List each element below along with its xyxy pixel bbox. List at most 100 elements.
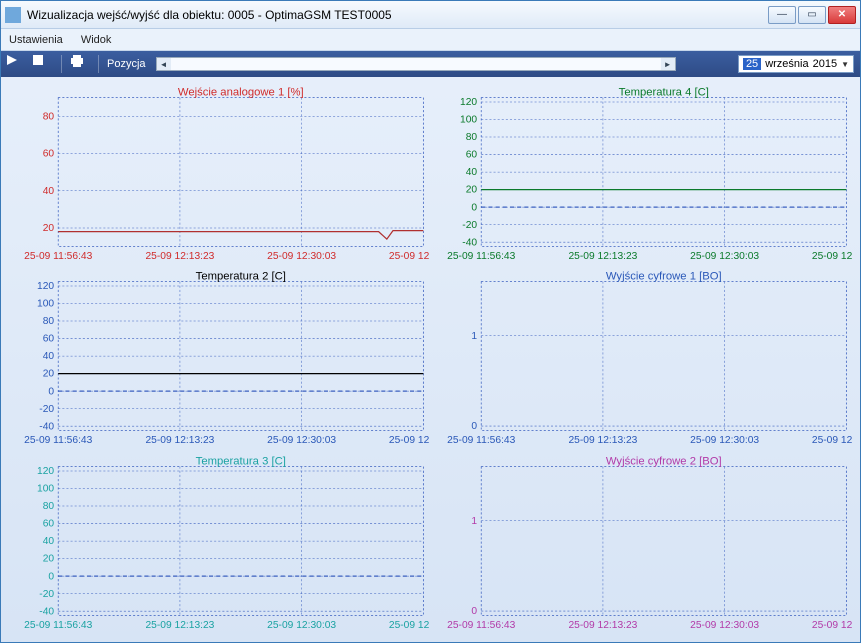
svg-text:100: 100 (460, 115, 477, 126)
svg-text:25-09 11:56:43: 25-09 11:56:43 (447, 435, 515, 446)
svg-text:25-09 12:46:43: 25-09 12:46:43 (389, 251, 430, 262)
minimize-button[interactable]: — (768, 6, 796, 24)
svg-text:60: 60 (43, 518, 55, 529)
date-year: 2015 (813, 58, 837, 70)
play-icon (7, 55, 27, 73)
svg-text:60: 60 (43, 149, 55, 160)
window-title: Wizualizacja wejść/wyjść dla obiektu: 00… (27, 8, 768, 22)
svg-text:25-09 12:46:43: 25-09 12:46:43 (811, 435, 852, 446)
app-window: Wizualizacja wejść/wyjść dla obiektu: 00… (0, 0, 861, 643)
date-month: września (765, 58, 808, 70)
svg-text:80: 80 (43, 501, 55, 512)
svg-text:25-09 11:56:43: 25-09 11:56:43 (447, 251, 515, 262)
svg-text:25-09 12:30:03: 25-09 12:30:03 (690, 620, 759, 631)
svg-text:25-09 12:46:43: 25-09 12:46:43 (389, 435, 430, 446)
svg-text:20: 20 (43, 223, 55, 234)
svg-text:25-09 12:30:03: 25-09 12:30:03 (690, 435, 759, 446)
svg-text:Temperatura 3 [C]: Temperatura 3 [C] (196, 455, 286, 467)
maximize-button[interactable]: ▭ (798, 6, 826, 24)
svg-text:40: 40 (43, 536, 55, 547)
print-icon (70, 55, 90, 73)
svg-text:25-09 12:13:23: 25-09 12:13:23 (145, 251, 214, 262)
svg-text:25-09 12:30:03: 25-09 12:30:03 (267, 435, 336, 446)
svg-text:0: 0 (471, 606, 477, 617)
svg-text:-40: -40 (39, 606, 54, 617)
chart-ch3[interactable]: 0 1 Wyjście cyfrowe 1 [BO] 25-09 11:56:43 25… (432, 267, 853, 449)
svg-text:120: 120 (37, 466, 54, 477)
svg-text:80: 80 (43, 111, 55, 122)
svg-text:-40: -40 (39, 422, 54, 433)
print-button[interactable] (70, 55, 90, 73)
svg-text:40: 40 (43, 351, 55, 362)
svg-text:25-09 12:13:23: 25-09 12:13:23 (568, 251, 637, 262)
svg-text:25-09 12:30:03: 25-09 12:30:03 (690, 251, 759, 262)
svg-text:20: 20 (465, 185, 477, 196)
svg-text:80: 80 (43, 316, 55, 327)
svg-text:25-09 12:13:23: 25-09 12:13:23 (145, 435, 214, 446)
svg-text:20: 20 (43, 369, 55, 380)
chart-area: 20 40 60 80 Wejście analogowe 1 [%] 25-09 11:… (1, 77, 860, 642)
svg-text:Wyjście cyfrowe 1 [BO]: Wyjście cyfrowe 1 [BO] (605, 271, 721, 283)
position-scrollbar[interactable]: ◄ ► (156, 57, 676, 71)
menubar: Ustawienia Widok (1, 29, 860, 51)
scroll-right-icon[interactable]: ► (661, 58, 675, 70)
chart-ch4[interactable]: -40 -20 0 20 40 60 80 100 120 Temperatura 3 [C] 25… (9, 452, 430, 634)
chart-ch5[interactable]: 0 1 Wyjście cyfrowe 2 [BO] 25-09 11:56:43 25… (432, 452, 853, 634)
app-icon (5, 7, 21, 23)
svg-text:-20: -20 (39, 404, 54, 415)
svg-text:0: 0 (471, 421, 477, 432)
svg-text:120: 120 (37, 281, 54, 292)
svg-text:Wyjście cyfrowe 2 [BO]: Wyjście cyfrowe 2 [BO] (605, 455, 721, 467)
chart-ch1[interactable]: -40 -20 0 20 40 60 80 100 120 Temperatura 4 [C] 25… (432, 83, 853, 265)
svg-text:100: 100 (37, 299, 54, 310)
svg-text:80: 80 (465, 132, 477, 143)
svg-text:Temperatura 4 [C]: Temperatura 4 [C] (618, 86, 708, 98)
position-label: Pozycja (107, 58, 146, 70)
svg-text:Temperatura 2 [C]: Temperatura 2 [C] (196, 271, 286, 283)
svg-text:25-09 12:46:43: 25-09 12:46:43 (811, 251, 852, 262)
svg-text:20: 20 (43, 553, 55, 564)
menu-view[interactable]: Widok (81, 34, 112, 46)
svg-text:25-09 11:56:43: 25-09 11:56:43 (24, 620, 92, 631)
svg-text:60: 60 (43, 334, 55, 345)
scroll-left-icon[interactable]: ◄ (157, 58, 171, 70)
svg-text:25-09 12:13:23: 25-09 12:13:23 (145, 620, 214, 631)
svg-text:25-09 12:46:43: 25-09 12:46:43 (389, 620, 430, 631)
svg-text:25-09 12:30:03: 25-09 12:30:03 (267, 251, 336, 262)
svg-text:120: 120 (460, 97, 477, 108)
svg-text:25-09 12:46:43: 25-09 12:46:43 (811, 620, 852, 631)
chart-ch0[interactable]: 20 40 60 80 Wejście analogowe 1 [%] 25-09 11:… (9, 83, 430, 265)
chevron-down-icon: ▼ (841, 60, 849, 69)
svg-text:1: 1 (471, 331, 477, 342)
svg-text:-20: -20 (39, 588, 54, 599)
svg-text:60: 60 (465, 150, 477, 161)
svg-text:40: 40 (43, 186, 55, 197)
svg-text:25-09 12:13:23: 25-09 12:13:23 (568, 435, 637, 446)
svg-text:Wejście analogowe 1 [%]: Wejście analogowe 1 [%] (178, 86, 304, 98)
svg-text:40: 40 (465, 167, 477, 178)
scroll-track[interactable] (171, 58, 661, 70)
toolbar-separator (98, 55, 99, 73)
svg-text:25-09 11:56:43: 25-09 11:56:43 (24, 251, 92, 262)
chart-ch2[interactable]: -40 -20 0 20 40 60 80 100 120 Temperatura 2 [C] 25… (9, 267, 430, 449)
titlebar[interactable]: Wizualizacja wejść/wyjść dla obiektu: 00… (1, 1, 860, 29)
svg-text:25-09 12:30:03: 25-09 12:30:03 (267, 620, 336, 631)
svg-text:100: 100 (37, 483, 54, 494)
svg-text:1: 1 (471, 515, 477, 526)
svg-text:25-09 11:56:43: 25-09 11:56:43 (24, 435, 92, 446)
stop-button[interactable] (33, 55, 53, 73)
stop-icon (33, 55, 53, 73)
play-button[interactable] (7, 55, 27, 73)
close-button[interactable]: ✕ (828, 6, 856, 24)
svg-text:-40: -40 (462, 237, 477, 248)
svg-text:0: 0 (471, 202, 477, 213)
toolbar: Pozycja ◄ ► 25 września 2015 ▼ (1, 51, 860, 77)
svg-text:25-09 12:13:23: 25-09 12:13:23 (568, 620, 637, 631)
date-picker[interactable]: 25 września 2015 ▼ (738, 55, 854, 73)
svg-text:0: 0 (48, 571, 54, 582)
svg-text:-20: -20 (462, 220, 477, 231)
date-day: 25 (743, 58, 761, 70)
menu-settings[interactable]: Ustawienia (9, 34, 63, 46)
svg-text:0: 0 (48, 387, 54, 398)
svg-text:25-09 11:56:43: 25-09 11:56:43 (447, 620, 515, 631)
